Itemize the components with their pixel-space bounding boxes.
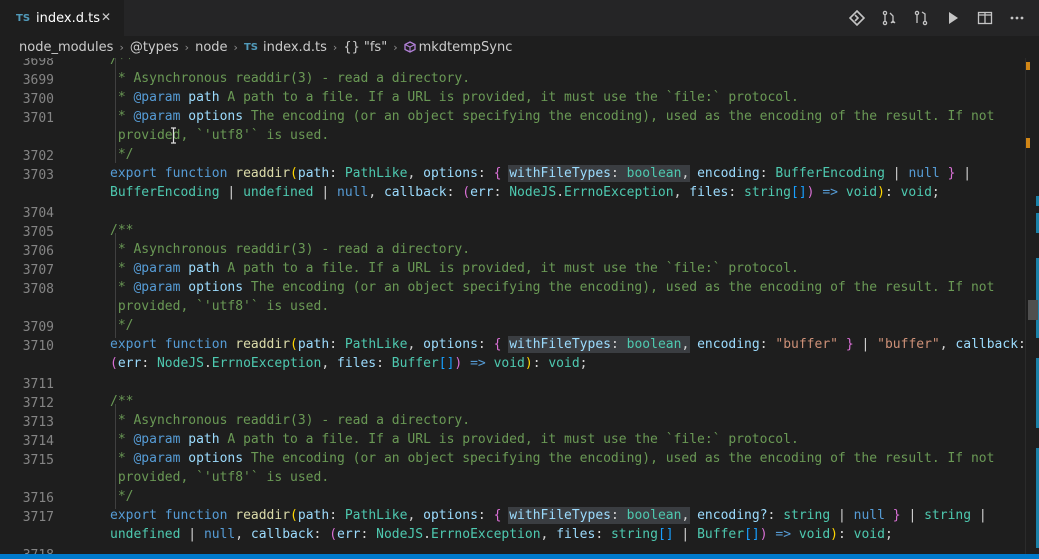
- code-line: * @param options The encoding (or an obj…: [110, 280, 995, 295]
- split-editor-icon[interactable]: [969, 0, 1001, 36]
- code-line: provided, `'utf8'` is used.: [110, 128, 330, 143]
- breadcrumb-item-symbol[interactable]: mkdtempSync: [419, 40, 513, 55]
- code-line: * @param path A path to a file. If a URL…: [110, 90, 799, 105]
- code-line: provided, `'utf8'` is used.: [110, 470, 330, 485]
- line-number: 3716: [22, 491, 54, 506]
- next-change-icon[interactable]: [905, 0, 937, 36]
- chevron-right-icon: ›: [233, 40, 238, 54]
- line-number: 3706: [22, 244, 54, 259]
- editor-actions: [841, 0, 1033, 36]
- code-line: /**: [110, 223, 134, 238]
- breadcrumb: node_modules › @types › node › TS index.…: [0, 36, 1039, 58]
- breadcrumb-item-node[interactable]: node: [195, 40, 227, 55]
- code-line: provided, `'utf8'` is used.: [110, 299, 330, 314]
- line-number: 3708: [22, 282, 54, 297]
- code-editor[interactable]: 3698 3699 3700 3701 3702 3703 3704 3705 …: [0, 58, 1039, 554]
- breadcrumb-item-file[interactable]: index.d.ts: [263, 40, 327, 55]
- close-icon[interactable]: ✕: [98, 10, 114, 24]
- code-line: * Asynchronous readdir(3) - read a direc…: [110, 413, 471, 428]
- tab-bar: TS index.d.ts ✕: [0, 0, 1039, 36]
- typescript-file-icon: TS: [16, 12, 31, 24]
- run-icon[interactable]: [937, 0, 969, 36]
- line-number: 3718: [0, 546, 54, 554]
- breadcrumb-item-module[interactable]: "fs": [364, 40, 387, 55]
- line-number: 3712: [22, 396, 54, 411]
- tab-index-d-ts[interactable]: TS index.d.ts ✕: [0, 0, 124, 36]
- line-number: 3714: [22, 434, 54, 449]
- code-content[interactable]: /** * Asynchronous readdir(3) - read a d…: [110, 58, 1026, 554]
- tab-label: index.d.ts: [36, 10, 100, 26]
- code-line: (err: NodeJS.ErrnoException, files: Buff…: [110, 356, 588, 371]
- line-number: 3702: [22, 149, 54, 164]
- code-line: * @param path A path to a file. If a URL…: [110, 432, 799, 447]
- chevron-right-icon: ›: [332, 40, 338, 54]
- scrollbar-thumb[interactable]: [1028, 300, 1038, 320]
- line-number: 3717: [22, 510, 54, 525]
- breadcrumb-item-node-modules[interactable]: node_modules: [19, 40, 113, 55]
- line-number: 3705: [22, 225, 54, 240]
- code-line: undefined | null, callback: (err: NodeJS…: [110, 527, 893, 542]
- code-line: * @param path A path to a file. If a URL…: [110, 261, 799, 276]
- code-line: export function readdir(path: PathLike, …: [110, 336, 1026, 353]
- vertical-scrollbar[interactable]: [1025, 58, 1039, 554]
- code-line: BufferEncoding | undefined | null, callb…: [110, 185, 940, 200]
- code-line: * Asynchronous readdir(3) - read a direc…: [110, 242, 471, 257]
- overview-marker: [1026, 62, 1030, 70]
- previous-change-icon[interactable]: [873, 0, 905, 36]
- line-number: 3709: [22, 320, 54, 335]
- line-number: 3704: [22, 206, 54, 221]
- breadcrumb-item-types[interactable]: @types: [130, 40, 179, 55]
- code-line: * @param options The encoding (or an obj…: [110, 451, 995, 466]
- line-number: 3715: [22, 453, 54, 468]
- line-number-gutter: 3698 3699 3700 3701 3702 3703 3704 3705 …: [0, 58, 80, 554]
- code-line: export function readdir(path: PathLike, …: [110, 507, 987, 524]
- code-line: export function readdir(path: PathLike, …: [110, 165, 972, 182]
- code-line: */: [110, 318, 134, 333]
- code-line: */: [110, 147, 134, 162]
- chevron-right-icon: ›: [184, 40, 190, 54]
- code-line: * @param options The encoding (or an obj…: [110, 109, 995, 124]
- status-bar: [0, 554, 1039, 559]
- line-number: 3703: [22, 168, 54, 183]
- more-actions-icon[interactable]: [1001, 0, 1033, 36]
- code-line: */: [110, 489, 134, 504]
- line-number: 3700: [22, 92, 54, 107]
- line-number: 3707: [22, 263, 54, 278]
- line-number: 3711: [22, 377, 54, 392]
- method-icon: [403, 41, 416, 53]
- code-line: * Asynchronous readdir(3) - read a direc…: [110, 71, 471, 86]
- line-number: 3698: [22, 58, 54, 69]
- line-number: 3713: [22, 415, 54, 430]
- open-changes-icon[interactable]: [841, 0, 873, 36]
- typescript-file-icon: TS: [243, 41, 258, 53]
- code-line: /**: [110, 58, 134, 67]
- module-icon: {}: [343, 39, 360, 55]
- chevron-right-icon: ›: [119, 40, 124, 54]
- line-number: 3701: [22, 111, 54, 126]
- overview-marker: [1026, 138, 1030, 148]
- code-line: /**: [110, 394, 134, 409]
- line-number: 3710: [22, 339, 54, 354]
- line-number: 3699: [22, 73, 54, 88]
- chevron-right-icon: ›: [393, 40, 398, 54]
- text-cursor-icon: [171, 127, 176, 144]
